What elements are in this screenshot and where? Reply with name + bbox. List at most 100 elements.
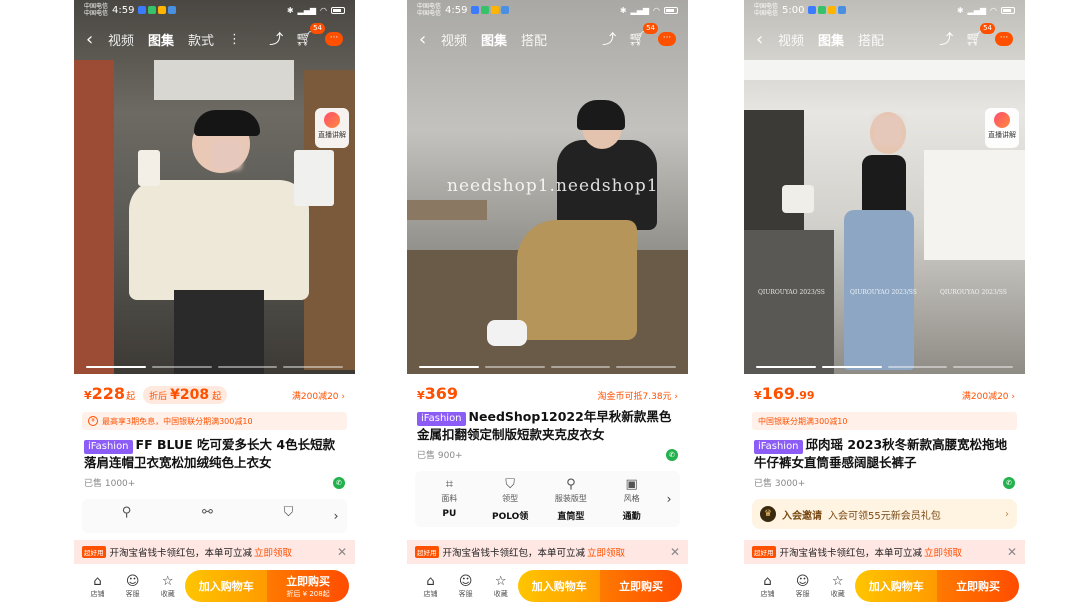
favorite-button[interactable]: ☆ 收藏 [820,574,855,599]
add-to-cart-button[interactable]: 加入购物车 [518,570,601,602]
wechat-share-icon[interactable]: ✆ [666,448,678,461]
coupon-banner[interactable]: 超好用 开淘宝省钱卡领红包，本单可立减 立即领取 ✕ [407,540,688,564]
product-photo[interactable]: 中国电信 中国电信 4:59 ✱ ▂▄▆ ◠ ‹ 视频 图集 款式 ⋮ ⤴ 🛒︎… [74,0,355,374]
wechat-share-icon[interactable]: ✆ [333,476,345,489]
shop-button[interactable]: ⌂ 店铺 [413,574,448,599]
favorite-button[interactable]: ☆ 收藏 [150,574,185,599]
tab-outfit[interactable]: 搭配 [521,30,547,49]
sofa [924,150,1025,260]
coupon-claim-link[interactable]: 立即领取 [924,545,962,559]
battery-icon [331,6,345,14]
face-blur [212,140,242,170]
favorite-button[interactable]: ☆ 收藏 [483,574,518,599]
product-screen-1: 中国电信 中国电信 4:59 ✱ ▂▄▆ ◠ ‹ 视频 图集 款式 ⋮ ⤴ 🛒︎… [74,0,355,608]
tab-gallery[interactable]: 图集 [818,30,844,49]
signal-icon: ▂▄▆ [297,5,317,15]
sold-count: 已售 3000+ [754,479,806,489]
close-icon[interactable]: ✕ [670,545,680,559]
bluetooth-icon: ✱ [619,5,627,15]
coupon-banner[interactable]: 超好用 开淘宝省钱卡领红包，本单可立减 立即领取 ✕ [74,540,355,564]
attribute-strip[interactable]: ⚲ ⚯ ⛉ › [82,499,347,533]
attribute-panel[interactable]: ⌗ 面料 PU ⛉ 领型 POLO领 ⚲ 服装版型 直筒型 ▣ 风格 通勤 › [415,471,680,527]
hair [577,100,625,130]
coupon-text: 开淘宝省钱卡领红包，本单可立减 [779,548,923,559]
service-icon: ☺ [458,573,473,589]
shop-icon: ⌂ [93,573,102,589]
sold-count-row: 已售 900+ ✆ [417,448,678,461]
back-arrow-icon[interactable]: ‹ [419,29,441,50]
add-to-cart-button[interactable]: 加入购物车 [855,570,938,602]
back-arrow-icon[interactable]: ‹ [756,29,778,50]
brand-tag: iFashion [754,440,803,454]
watermark-3: QIUROUYAO 2023/SS [940,289,1007,296]
tab-styles[interactable]: 款式 [188,30,214,49]
chevron-right-icon: › [333,509,339,523]
carrier-text: 中国电信 中国电信 [417,3,442,17]
service-button[interactable]: ☺ 客服 [785,574,820,599]
live-explain-button[interactable]: 直播讲解 [985,108,1019,148]
cart-count-badge: 54 [643,23,658,34]
close-icon[interactable]: ✕ [337,545,347,559]
tab-gallery[interactable]: 图集 [481,30,507,49]
coupon-claim-link[interactable]: 立即领取 [254,545,292,559]
more-menu-icon[interactable]: ··· [325,32,343,46]
back-arrow-icon[interactable]: ‹ [86,29,108,50]
coupon-claim-link[interactable]: 立即领取 [587,545,625,559]
service-button[interactable]: ☺ 客服 [448,574,483,599]
promotion-link[interactable]: 满200减20 › [962,389,1015,402]
status-bar: 中国电信 中国电信 4:59 ✱ ▂▄▆ ◠ [407,0,688,20]
membership-invite[interactable]: ♛ 入会邀请 入会可领55元新会员礼包 › [752,499,1017,529]
wifi-icon: ◠ [320,5,327,15]
shop-icon: ⌂ [426,573,435,589]
buy-now-button[interactable]: 立即购买 [600,570,682,602]
attr-fabric: ⌗ 面料 PU [419,477,480,521]
member-invite-label: 入会邀请 [782,510,822,522]
watermark-text: needshop1.needshop1 [447,176,659,196]
sneakers [487,320,527,346]
attr-icon-1: ⚲ [121,505,132,520]
coupon-text: 开淘宝省钱卡领红包，本单可立减 [109,548,253,559]
share-icon[interactable]: ⤴ [602,29,616,49]
brand-tag: iFashion [84,440,133,454]
tab-outfit[interactable]: 搭配 [858,30,884,49]
carrier-text: 中国电信 中国电信 [754,3,779,17]
service-button[interactable]: ☺ 客服 [115,574,150,599]
face-blur [874,116,902,146]
star-icon: ☆ [161,573,174,589]
wechat-share-icon[interactable]: ✆ [1003,476,1015,489]
product-title: iFashion 邱肉瑶 2023秋冬新款高腰宽松拖地牛仔裤女直筒垂感阔腿长裤子 [754,436,1015,472]
live-explain-button[interactable]: 直播讲解 [315,108,349,148]
share-icon[interactable]: ⤴ [939,29,953,49]
cart-icon[interactable]: 🛒︎ 54 [965,23,995,47]
tab-video[interactable]: 视频 [778,30,804,49]
shop-button[interactable]: ⌂ 店铺 [750,574,785,599]
product-info: ¥228起 折后 ¥208 起 满200减20 › ¥ 最高享3期免息，中国银联分期… [74,374,355,540]
close-icon[interactable]: ✕ [1007,545,1017,559]
more-menu-icon[interactable]: ··· [658,32,676,46]
wifi-icon: ◠ [990,5,997,15]
shop-button[interactable]: ⌂ 店铺 [80,574,115,599]
promo-text: 中国银联分期满300减10 [758,416,848,426]
tab-overflow-icon[interactable]: ⋮ [228,32,241,47]
attr-style: ▣ 风格 通勤 [601,477,662,522]
share-icon[interactable]: ⤴ [269,29,283,49]
coupon-banner[interactable]: 超好用 开淘宝省钱卡领红包，本单可立减 立即领取 ✕ [744,540,1025,564]
installment-promo[interactable]: 中国银联分期满300减10 [752,412,1017,430]
buy-now-button[interactable]: 立即购买 折后 ¥ 208起 [267,570,349,602]
product-photo[interactable]: QIUROUYAO 2023/SS QIUROUYAO 2023/SS QIUR… [744,0,1025,374]
tab-video[interactable]: 视频 [108,30,134,49]
installment-promo[interactable]: ¥ 最高享3期免息，中国银联分期满300减10 [82,412,347,430]
product-photo[interactable]: needshop1.needshop1 中国电信 中国电信 4:59 ✱ ▂▄▆… [407,0,688,374]
more-menu-icon[interactable]: ··· [995,32,1013,46]
buy-now-button[interactable]: 立即购买 [937,570,1019,602]
add-to-cart-button[interactable]: 加入购物车 [185,570,268,602]
signal-icon: ▂▄▆ [967,5,987,15]
cart-icon[interactable]: 🛒︎ 54 [628,23,658,47]
tab-video[interactable]: 视频 [441,30,467,49]
person-top [129,180,309,300]
wifi-icon: ◠ [653,5,660,15]
taobao-coin-link[interactable]: 淘金币可抵7.38元 › [598,389,679,402]
promotion-link[interactable]: 满200减20 › [292,389,345,402]
tab-gallery[interactable]: 图集 [148,30,174,49]
cart-icon[interactable]: 🛒︎ 54 [295,23,325,47]
